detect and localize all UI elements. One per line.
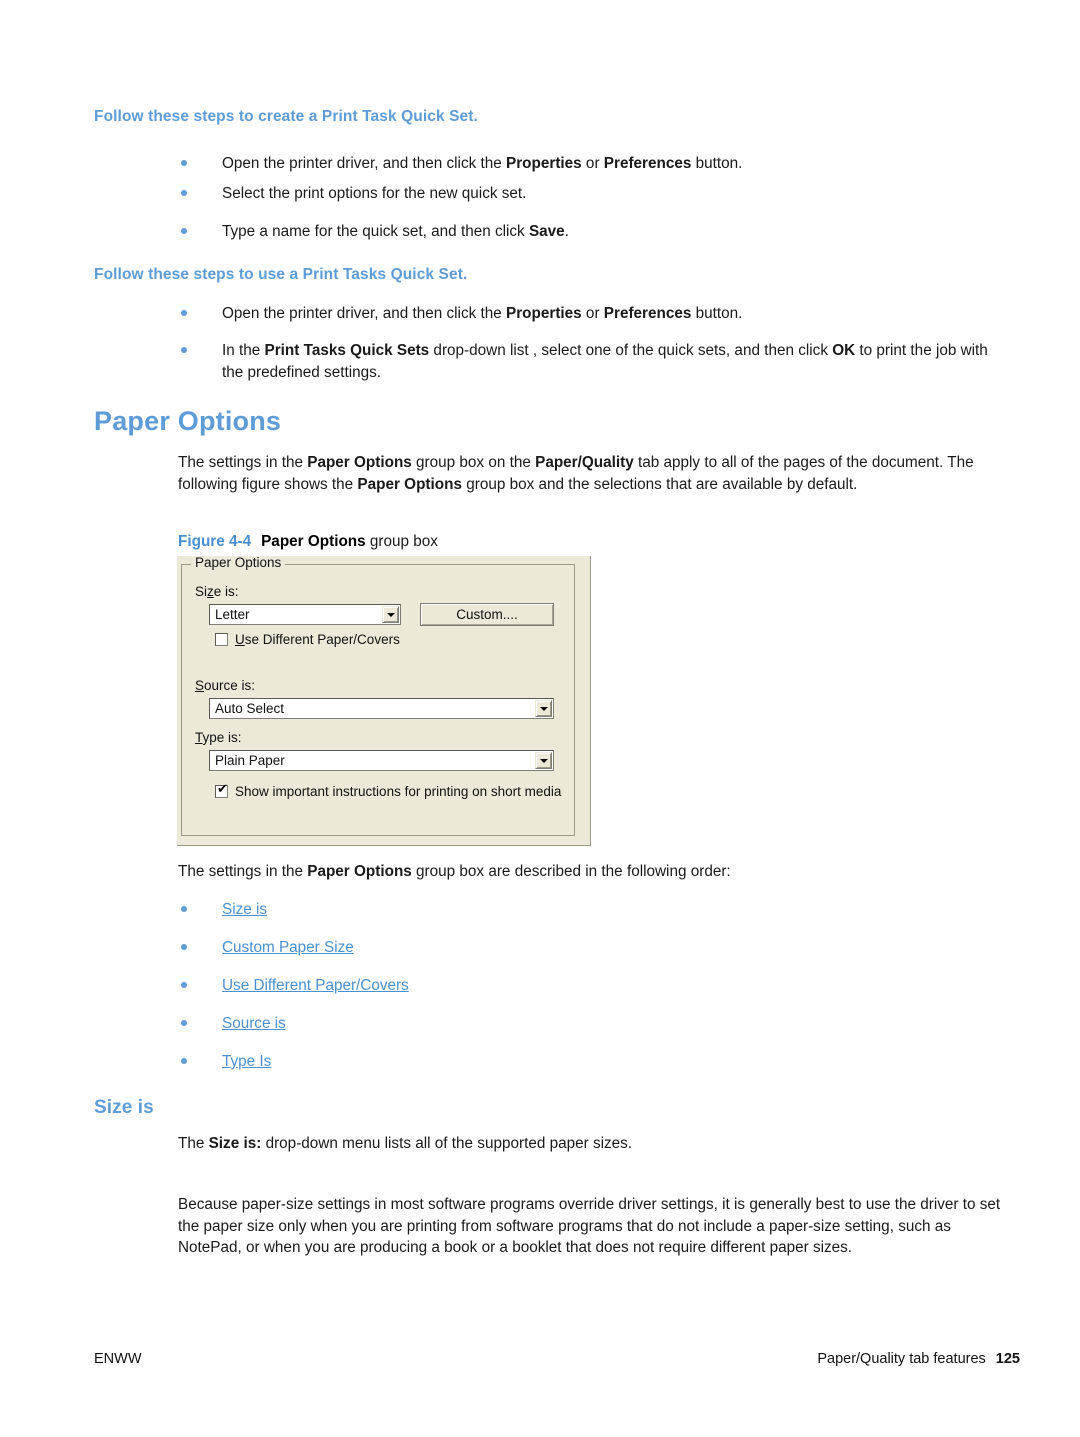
document-page: Follow these steps to create a Print Tas… [0,0,1080,1437]
paragraph-size-is-dropdown: The Size is: drop-down menu lists all of… [178,1135,633,1152]
source-is-dropdown[interactable]: Auto Select [209,698,554,719]
figure-edge-bottom [177,845,591,846]
use-different-paper-covers-checkbox[interactable]: Use Different Paper/Covers [215,632,400,647]
size-is-label: Size is: [195,584,239,599]
figure-edge-right [590,556,591,846]
paragraph-paper-options-intro: The settings in the Paper Options group … [178,454,974,493]
bullet-dot-icon [181,906,187,912]
size-is-dropdown[interactable]: Letter [209,604,401,625]
footer-page-info: Paper/Quality tab features 125 [817,1351,1020,1367]
list-item-text: Type a name for the quick set, and then … [222,223,569,240]
source-is-label-text: Source is: [195,678,256,693]
paragraph-described-order: The settings in the Paper Options group … [178,863,731,880]
size-is-value: Letter [215,607,250,622]
list-item: Open the printer driver, and then click … [178,303,1006,325]
list-item: Size is [178,899,1006,921]
list-item-text: Open the printer driver, and then click … [222,305,743,322]
list-item-text: Size is [222,899,1006,921]
link-custom-paper-size[interactable]: Custom Paper Size [222,939,354,956]
list-item-text: Open the printer driver, and then click … [222,155,743,172]
bullet-dot-icon [181,982,187,988]
source-is-label: Source is: [195,678,255,693]
list-item-text: Type Is [222,1051,1006,1073]
type-is-label-text: Type is: [195,730,242,745]
figure-caption: Figure 4-4 Paper Options group box [178,533,438,551]
type-is-dropdown[interactable]: Plain Paper [209,750,554,771]
bullet-dot-icon [181,1058,187,1064]
list-item: Open the printer driver, and then click … [178,153,1006,175]
bullet-dot-icon [181,190,187,196]
link-source-is[interactable]: Source is [222,1015,286,1032]
checkbox-label: Show important instructions for printing… [235,784,562,799]
list-item: In the Print Tasks Quick Sets drop-down … [178,340,1006,383]
list-item-text: Custom Paper Size [222,937,1006,959]
source-is-value: Auto Select [215,701,285,716]
bullet-dot-icon [181,347,187,353]
chevron-down-icon[interactable] [382,606,399,623]
heading-size-is: Size is [94,1097,154,1118]
size-is-label-text: Size is: [195,584,239,599]
type-is-value: Plain Paper [215,753,285,768]
list-item-text: Select the print options for the new qui… [222,185,527,202]
footer-page-number: 125 [995,1351,1020,1367]
heading-create-quick-set: Follow these steps to create a Print Tas… [94,108,478,125]
bullet-dot-icon [181,310,187,316]
chevron-down-icon[interactable] [535,752,552,769]
list-item-text: Source is [222,1013,1006,1035]
checkbox-box[interactable]: ✔ [215,782,228,798]
list-item-text: Use Different Paper/Covers [222,975,1006,997]
list-item: Custom Paper Size [178,937,1006,959]
show-instructions-checkbox[interactable]: ✔ Show important instructions for printi… [215,782,562,799]
figure-title-bold: Paper Options [261,533,366,550]
list-item: Select the print options for the new qui… [178,183,1006,205]
list-item-text: In the Print Tasks Quick Sets drop-down … [222,342,988,381]
link-use-different-paper-covers[interactable]: Use Different Paper/Covers [222,977,409,994]
custom-button[interactable]: Custom.... [420,603,554,626]
list-item: Use Different Paper/Covers [178,975,1006,997]
bullet-dot-icon [181,228,187,234]
link-type-is[interactable]: Type Is [222,1053,271,1070]
bullet-dot-icon [181,1020,187,1026]
list-item: Source is [178,1013,1006,1035]
bullet-dot-icon [181,160,187,166]
footer-enww: ENWW [94,1351,142,1367]
heading-use-quick-set: Follow these steps to use a Print Tasks … [94,266,468,283]
list-item: Type Is [178,1051,1006,1073]
paragraph-size-is-detail: Because paper-size settings in most soft… [178,1196,1001,1256]
group-box-legend: Paper Options [191,556,286,570]
chevron-down-icon[interactable] [535,700,552,717]
figure-number: Figure 4-4 [178,533,252,550]
type-is-label: Type is: [195,730,242,745]
bullet-dot-icon [181,944,187,950]
list-item: Type a name for the quick set, and then … [178,221,1006,243]
page-title-paper-options: Paper Options [94,406,282,436]
link-size-is[interactable]: Size is [222,901,267,918]
footer-section-label: Paper/Quality tab features [817,1351,986,1367]
check-icon: ✔ [217,782,228,797]
figure-title-rest: group box [365,533,438,550]
checkbox-box[interactable] [215,633,228,646]
checkbox-label: Use Different Paper/Covers [235,632,400,647]
figure-paper-options-dialog: Paper Options Size is: Letter Custom....… [177,556,591,846]
